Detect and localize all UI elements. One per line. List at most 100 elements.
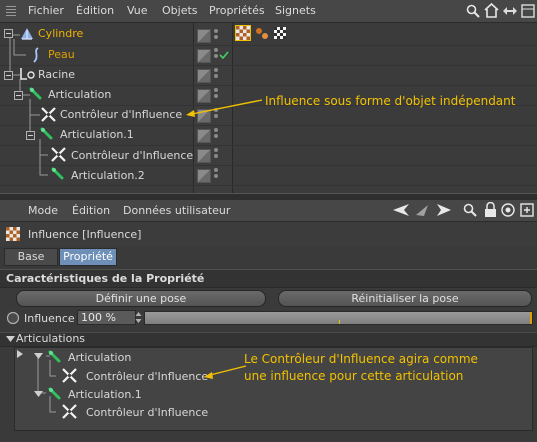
visibility-dots[interactable]	[214, 128, 218, 140]
attributes-title: Influence [Influence]	[28, 228, 142, 241]
animate-radio-icon[interactable]	[6, 311, 20, 325]
layer-toggle[interactable]	[197, 49, 211, 63]
tab-base[interactable]: Base	[4, 248, 58, 266]
weight-tag-icon	[6, 227, 20, 241]
annotation-controller-line2: une influence pour cette articulation	[244, 369, 464, 383]
search-icon[interactable]	[466, 4, 480, 18]
tree-item-controleur-influence[interactable]: Contrôleur d'Influence	[60, 108, 182, 121]
tab-propriete[interactable]: Propriété	[59, 248, 117, 266]
menu-edition[interactable]: Édition	[76, 4, 114, 17]
list-item-articulation[interactable]: Articulation	[68, 351, 131, 364]
section-header: Caractéristiques de la Propriété	[0, 269, 537, 288]
forward-arrow-icon[interactable]	[436, 203, 452, 217]
slider-tick	[339, 320, 340, 324]
up-arrow-icon[interactable]	[414, 203, 430, 217]
tree-item-controleur-influence-2[interactable]: Contrôleur d'Influence	[71, 149, 193, 162]
weight-effector-icon	[41, 107, 56, 122]
influence-label: Influence	[24, 312, 75, 325]
tree-item-racine[interactable]: Racine	[38, 68, 75, 81]
joint-icon	[29, 87, 42, 100]
texture-tag-icon[interactable]	[274, 27, 286, 39]
expand-triangle-icon[interactable]	[6, 336, 15, 343]
tags-column	[233, 23, 537, 193]
target-icon[interactable]	[501, 203, 515, 217]
menu-fichier[interactable]: Fichier	[28, 4, 64, 17]
reset-pose-button[interactable]: Réinitialiser la pose	[278, 290, 532, 307]
annotation-controller-line1: Le Contrôleur d'Influence agira comme	[244, 352, 478, 366]
weight-effector-icon	[62, 368, 77, 383]
layer-toggle[interactable]	[197, 69, 211, 83]
list-item-controleur-influence[interactable]: Contrôleur d'Influence	[86, 370, 208, 383]
panel-footer	[0, 431, 537, 442]
annotation-arrow	[186, 99, 263, 117]
new-panel-icon[interactable]	[520, 203, 534, 217]
joint-icon	[48, 350, 61, 363]
menu-edition-attr[interactable]: Édition	[72, 204, 110, 217]
slider-end-marker	[530, 312, 532, 324]
tree-item-cylindre[interactable]: Cylindre	[38, 27, 83, 40]
expand-arrow-icon[interactable]	[17, 350, 23, 358]
section-title: Caractéristiques de la Propriété	[6, 272, 205, 285]
visibility-dots[interactable]	[214, 68, 218, 80]
joint-icon	[48, 387, 61, 400]
layer-toggle[interactable]	[197, 149, 211, 163]
collapse-icon[interactable]	[4, 29, 13, 38]
menu-proprietes[interactable]: Propriétés	[209, 4, 265, 17]
row-divider	[0, 145, 537, 146]
layout-icon[interactable]	[521, 4, 535, 18]
collapse-triangle-icon[interactable]	[34, 391, 43, 397]
menu-vue[interactable]: Vue	[127, 4, 148, 17]
row-divider	[0, 185, 537, 186]
menu-signets[interactable]: Signets	[275, 4, 316, 17]
tree-item-articulation[interactable]: Articulation	[48, 88, 111, 101]
visibility-dots[interactable]	[214, 148, 218, 160]
grip-icon[interactable]	[6, 6, 16, 16]
joint-icon	[51, 167, 64, 180]
row-divider	[0, 65, 537, 66]
menu-objets[interactable]: Objets	[162, 4, 198, 17]
back-arrow-icon[interactable]	[392, 203, 410, 217]
panel-divider[interactable]	[0, 193, 537, 200]
menu-donnees-utilisateur[interactable]: Données utilisateur	[123, 204, 230, 217]
collapse-icon[interactable]	[4, 71, 13, 80]
visibility-dots[interactable]	[214, 48, 218, 60]
home-icon[interactable]	[484, 3, 499, 18]
phong-tag-icon[interactable]	[255, 26, 269, 40]
menu-bar: Fichier Édition Vue Objets Propriétés Si…	[0, 0, 537, 23]
root-joint-icon	[20, 68, 35, 80]
search-icon[interactable]	[463, 203, 477, 217]
collapse-icon[interactable]	[14, 91, 23, 100]
list-item-articulation-1[interactable]: Articulation.1	[68, 388, 142, 401]
define-pose-button[interactable]: Définir une pose	[16, 290, 266, 307]
tree-item-articulation-2[interactable]: Articulation.2	[71, 169, 145, 182]
layer-toggle[interactable]	[197, 29, 211, 43]
nav-arrows-icon[interactable]	[502, 4, 518, 18]
influence-input[interactable]: 100 %	[77, 310, 136, 325]
annotation-arrow	[204, 365, 247, 379]
articulations-label: Articulations	[16, 332, 86, 345]
layer-toggle[interactable]	[197, 129, 211, 143]
lock-icon[interactable]	[484, 202, 497, 218]
row-divider	[0, 85, 537, 86]
menu-mode[interactable]: Mode	[28, 204, 58, 217]
collapse-triangle-icon[interactable]	[34, 353, 43, 359]
attributes-toolbar: Mode Édition Données utilisateur	[0, 200, 537, 222]
weight-effector-icon	[51, 147, 66, 162]
joint-icon	[40, 127, 53, 140]
row-divider	[0, 45, 537, 46]
annotation-object-influence: Influence sous forme d'objet indépendant	[265, 94, 516, 108]
layer-toggle[interactable]	[197, 169, 211, 183]
visibility-dots[interactable]	[214, 29, 218, 41]
tree-item-peau[interactable]: Peau	[48, 48, 75, 61]
collapse-icon[interactable]	[26, 131, 35, 140]
check-icon[interactable]	[219, 51, 229, 60]
weight-tag-icon[interactable]	[235, 25, 251, 41]
row-divider	[0, 125, 537, 126]
skin-icon	[33, 47, 39, 63]
cylinder-icon	[21, 28, 33, 40]
visibility-dots[interactable]	[214, 168, 218, 180]
list-item-controleur-influence-2[interactable]: Contrôleur d'Influence	[86, 406, 208, 419]
articulations-header[interactable]: Articulations	[0, 332, 537, 347]
tree-item-articulation-1[interactable]: Articulation.1	[60, 128, 134, 141]
spinner-arrows-icon[interactable]	[135, 311, 142, 324]
